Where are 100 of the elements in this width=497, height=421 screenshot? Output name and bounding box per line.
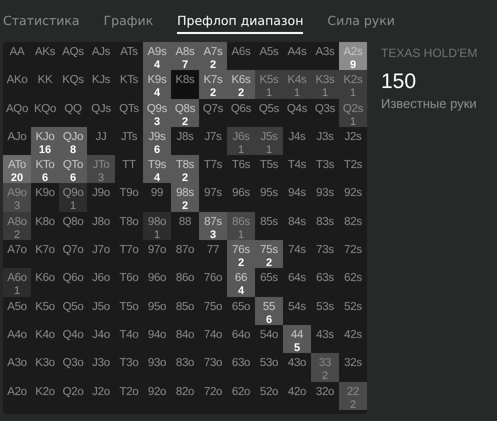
range-cell[interactable]: 55 6	[255, 296, 283, 325]
hand-label: 92s	[344, 187, 362, 200]
hand-label: 53o	[260, 357, 278, 370]
hand-label: 32s	[344, 357, 362, 370]
hand-count: 2	[266, 257, 272, 270]
hand-count: 1	[266, 144, 272, 156]
hand-label: A7s	[204, 46, 222, 59]
hand-label: Q3o	[62, 357, 84, 370]
hand-label: T4o	[120, 328, 138, 342]
tab[interactable]: Префлоп диапазон	[177, 12, 304, 34]
hand-label: 66	[234, 272, 248, 286]
tab[interactable]: Сила руки	[327, 12, 395, 34]
hand-label: J5o	[92, 300, 110, 314]
hand-label: T5s	[260, 159, 278, 172]
hand-label: 93o	[148, 357, 166, 370]
hand-label: J9o	[92, 187, 110, 200]
hand-label: Q7s	[202, 102, 224, 116]
hand-count: 3	[98, 172, 104, 184]
hand-label: AQs	[62, 46, 84, 59]
tab[interactable]: График	[104, 12, 154, 34]
hand-label: A2s	[344, 46, 362, 59]
range-cell[interactable]: K6s 2	[227, 70, 255, 99]
hand-count: 6	[154, 144, 160, 156]
range-cell[interactable]: KTo 6	[31, 155, 59, 184]
hand-label: K4o	[35, 328, 55, 342]
range-cell[interactable]: T9s 4	[143, 155, 171, 184]
hand-count: 2	[182, 172, 188, 184]
hand-label: KJs	[92, 74, 110, 88]
hand-label: A8s	[176, 46, 194, 59]
hand-label: 95o	[148, 300, 166, 314]
hand-count: 2	[238, 257, 244, 270]
hand-label: QJo	[62, 130, 84, 144]
hand-count: 4	[238, 285, 244, 298]
hand-label: 85o	[176, 300, 194, 314]
hand-label: Q2s	[342, 102, 364, 116]
hand-label: JTo	[92, 159, 110, 172]
range-cell[interactable]: 76s 2	[227, 240, 255, 268]
range-cell[interactable]: K8s	[171, 70, 199, 99]
range-cell[interactable]: 66 4	[227, 268, 255, 297]
hand-label: T9s	[148, 159, 166, 172]
hand-label: 72s	[344, 244, 362, 258]
hand-label: ATs	[120, 46, 138, 59]
hand-label: 96o	[148, 272, 166, 286]
hand-label: J6o	[92, 272, 110, 286]
range-cell[interactable]: A7s 2	[199, 42, 227, 70]
hand-label: 97o	[148, 244, 166, 258]
hand-label: T4s	[288, 159, 306, 172]
range-cell[interactable]: 44 5	[283, 324, 311, 354]
hand-label: AKo	[6, 74, 28, 88]
hand-label: 43o	[288, 357, 306, 370]
hand-label: 94s	[288, 187, 306, 200]
game-title: TEXAS HOLD'EM	[381, 46, 478, 60]
range-cell[interactable]: QJo 8	[59, 126, 87, 156]
range-cell[interactable]: ATo 20	[3, 155, 31, 184]
range-cell[interactable]: 75s 2	[255, 240, 283, 268]
hand-label: 93s	[316, 187, 334, 200]
range-cell[interactable]: Q8s 2	[171, 98, 199, 127]
tab[interactable]: Статистика	[3, 12, 80, 34]
range-cell[interactable]: Q9s 3	[143, 98, 171, 127]
range-cell[interactable]: K7s 2	[199, 70, 227, 99]
range-cell[interactable]: A8o 2	[3, 212, 31, 240]
range-cell[interactable]: J9s 6	[143, 126, 171, 156]
range-cell[interactable]: A6o 1	[3, 268, 31, 297]
range-cell[interactable]: T8s 2	[171, 155, 199, 184]
hand-label: 74s	[288, 244, 306, 258]
range-cell[interactable]: KJo 16	[31, 126, 59, 156]
hand-label: Q2o	[62, 386, 84, 399]
range-cell[interactable]: A9s 4	[143, 42, 171, 70]
hand-label: J4s	[288, 130, 306, 144]
hand-label: 83o	[176, 357, 194, 370]
hand-count: 16	[38, 144, 52, 156]
hand-label: 74o	[204, 328, 222, 342]
hand-count: 2	[322, 370, 328, 382]
hand-label: Q8s	[174, 102, 196, 116]
range-cell[interactable]: Q9o 1	[59, 183, 87, 212]
hand-label: 43s	[316, 328, 334, 342]
hand-label: 77	[206, 244, 220, 258]
range-cell[interactable]: 98s 2	[171, 183, 199, 212]
hand-label: A4s	[288, 46, 306, 59]
hand-label: 52o	[260, 386, 278, 399]
hand-label: 64s	[288, 272, 306, 286]
range-cell[interactable]: QTo 6	[59, 155, 87, 184]
range-cell[interactable]: 98o 1	[143, 212, 171, 240]
hand-label: QJs	[91, 102, 111, 116]
hand-label: A7o	[7, 244, 27, 258]
hand-label: 87o	[176, 244, 194, 258]
range-cell[interactable]: A8s 7	[171, 42, 199, 70]
hand-label: JJ	[96, 130, 106, 144]
hand-label: A5o	[7, 300, 27, 314]
range-cell[interactable]: K9s 4	[143, 70, 171, 99]
hand-label: 76o	[204, 272, 222, 286]
hand-label: K8o	[35, 216, 55, 229]
hand-label: KTo	[36, 159, 54, 172]
hand-label: QQ	[64, 102, 82, 116]
hand-count: 3	[154, 116, 160, 128]
hand-count: 2	[238, 87, 244, 100]
hand-label: Q3s	[314, 102, 336, 116]
hand-label: J7o	[92, 244, 110, 258]
range-cell[interactable]: 87s 3	[199, 212, 227, 240]
hand-count: 4	[154, 172, 160, 184]
